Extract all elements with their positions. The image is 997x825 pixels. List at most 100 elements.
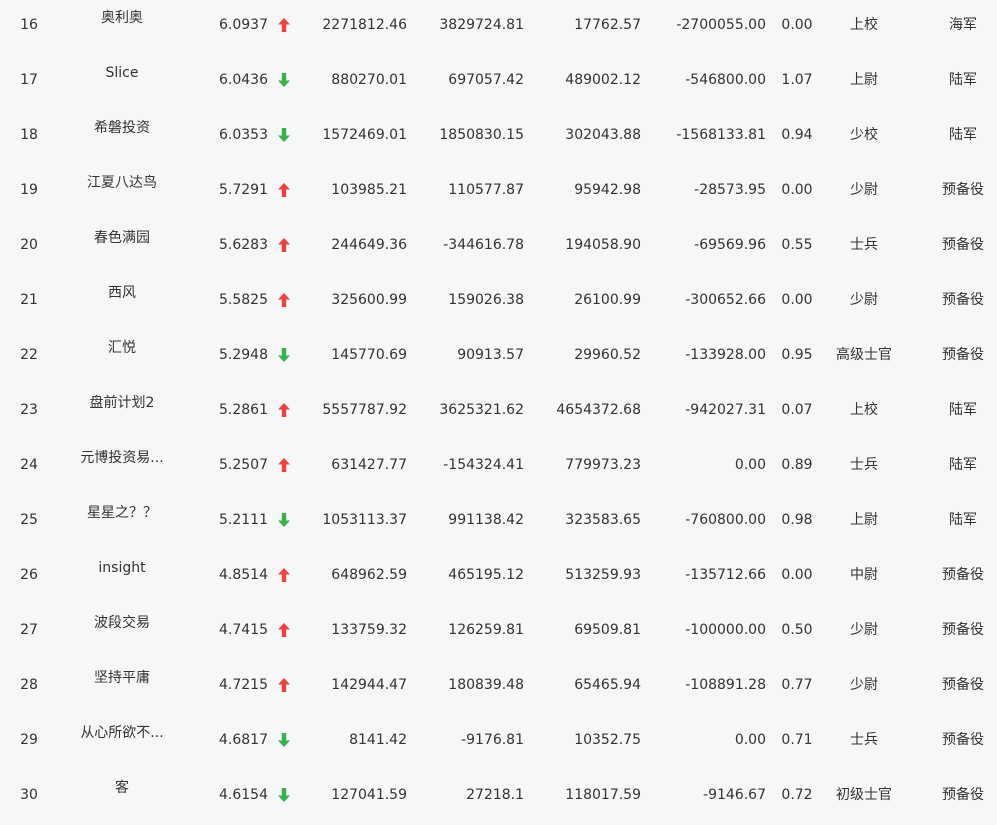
ratio-cell: 0.72 — [781, 787, 813, 803]
value-3-cell: 95942.98 — [574, 182, 641, 198]
ratio-cell: 0.50 — [781, 622, 813, 638]
value-2-cell: 465195.12 — [448, 567, 524, 583]
trader-name[interactable]: 星星之？？ — [62, 493, 182, 548]
military-rank-cell: 士兵 — [850, 237, 878, 253]
table-row[interactable]: 18 希磐投资 6.0353 1572469.01 1850830.15 302043.8… — [0, 108, 997, 163]
table-row[interactable]: 21 西风 5.5825 325600.99 159026.38 26100.99 -300… — [0, 273, 997, 328]
trader-name[interactable]: 江夏八达鸟 — [62, 163, 182, 218]
value-3-cell: 118017.59 — [565, 787, 641, 803]
value-1-cell: 8141.42 — [349, 732, 407, 748]
military-rank-cell: 少尉 — [850, 622, 878, 638]
score-cell: 4.6154 — [219, 787, 268, 803]
value-3-cell: 513259.93 — [565, 567, 641, 583]
military-rank-cell: 士兵 — [850, 457, 878, 473]
rank-cell: 28 — [20, 677, 38, 693]
value-2-cell: 110577.87 — [448, 182, 524, 198]
value-1-cell: 631427.77 — [331, 457, 407, 473]
value-3-cell: 29960.52 — [574, 347, 641, 363]
arrow-up-icon — [276, 163, 292, 218]
trader-name[interactable]: Slice — [62, 53, 182, 108]
rank-cell: 25 — [20, 512, 38, 528]
value-1-cell: 880270.01 — [331, 72, 407, 88]
arrow-up-icon — [276, 603, 292, 658]
military-rank-cell: 高级士官 — [836, 347, 892, 363]
ratio-cell: 0.95 — [781, 347, 813, 363]
value-1-cell: 325600.99 — [331, 292, 407, 308]
arrow-up-icon — [276, 383, 292, 438]
branch-cell: 预备役 — [942, 292, 984, 308]
table-row[interactable]: 24 元博投资易... 5.2507 631427.77 -154324.41 77997… — [0, 438, 997, 493]
value-3-cell: 323583.65 — [565, 512, 641, 528]
value-3-cell: 17762.57 — [574, 17, 641, 33]
rank-cell: 17 — [20, 72, 38, 88]
trader-name[interactable]: 波段交易 — [62, 603, 182, 658]
value-3-cell: 194058.90 — [565, 237, 641, 253]
value-3-cell: 489002.12 — [565, 72, 641, 88]
table-row[interactable]: 19 江夏八达鸟 5.7291 103985.21 110577.87 95942.98 -… — [0, 163, 997, 218]
value-2-cell: 180839.48 — [448, 677, 524, 693]
value-1-cell: 1053113.37 — [322, 512, 407, 528]
branch-cell: 预备役 — [942, 622, 984, 638]
value-2-cell: 3829724.81 — [439, 17, 524, 33]
trader-name[interactable]: insight — [62, 548, 182, 603]
table-row[interactable]: 22 汇悦 5.2948 145770.69 90913.57 29960.52 -1339… — [0, 328, 997, 383]
value-1-cell: 1572469.01 — [322, 127, 407, 143]
rank-cell: 18 — [20, 127, 38, 143]
score-cell: 5.2948 — [219, 347, 268, 363]
trader-name[interactable]: 盘前计划2 — [62, 383, 182, 438]
trader-name[interactable]: 西风 — [62, 273, 182, 328]
military-rank-cell: 初级士官 — [836, 787, 892, 803]
table-row[interactable]: 20 春色满园 5.6283 244649.36 -344616.78 194058.90… — [0, 218, 997, 273]
military-rank-cell: 上校 — [850, 17, 878, 33]
trader-name[interactable]: 希磐投资 — [62, 108, 182, 163]
value-2-cell: 991138.42 — [448, 512, 524, 528]
rank-cell: 19 — [20, 182, 38, 198]
ratio-cell: 0.98 — [781, 512, 813, 528]
trader-name[interactable]: 坚持平庸 — [62, 658, 182, 713]
arrow-down-icon — [276, 53, 292, 108]
rank-cell: 23 — [20, 402, 38, 418]
trader-name[interactable]: 奥利奥 — [62, 0, 182, 53]
table-row[interactable]: 26 insight 4.8514 648962.59 465195.12 513259.… — [0, 548, 997, 603]
table-row[interactable]: 23 盘前计划2 5.2861 5557787.92 3625321.62 4654372… — [0, 383, 997, 438]
trader-name[interactable]: 从心所欲不... — [62, 713, 182, 768]
table-row[interactable]: 28 坚持平庸 4.7215 142944.47 180839.48 65465.94 -1… — [0, 658, 997, 713]
score-cell: 5.2111 — [219, 512, 268, 528]
score-cell: 6.0436 — [219, 72, 268, 88]
ratio-cell: 0.89 — [781, 457, 813, 473]
ratio-cell: 0.00 — [781, 17, 813, 33]
value-4-cell: -135712.66 — [685, 567, 766, 583]
trader-name[interactable]: 汇悦 — [62, 328, 182, 383]
ratio-cell: 0.00 — [781, 292, 813, 308]
military-rank-cell: 中尉 — [850, 567, 878, 583]
table-row[interactable]: 17 Slice 6.0436 880270.01 697057.42 489002.12… — [0, 53, 997, 108]
value-2-cell: 159026.38 — [448, 292, 524, 308]
branch-cell: 陆军 — [949, 72, 977, 88]
value-2-cell: 1850830.15 — [439, 127, 524, 143]
arrow-up-icon — [276, 218, 292, 273]
trader-name[interactable]: 春色满园 — [62, 218, 182, 273]
value-4-cell: -942027.31 — [685, 402, 766, 418]
value-4-cell: -108891.28 — [685, 677, 766, 693]
value-4-cell: -300652.66 — [685, 292, 766, 308]
trader-name[interactable]: 元博投资易... — [62, 438, 182, 493]
ratio-cell: 0.71 — [781, 732, 813, 748]
arrow-up-icon — [276, 273, 292, 328]
value-3-cell: 302043.88 — [565, 127, 641, 143]
table-row[interactable]: 29 从心所欲不... 4.6817 8141.42 -9176.81 10352.75 0… — [0, 713, 997, 768]
table-row[interactable]: 27 波段交易 4.7415 133759.32 126259.81 69509.81 -1… — [0, 603, 997, 658]
value-3-cell: 26100.99 — [574, 292, 641, 308]
military-rank-cell: 少校 — [850, 127, 878, 143]
value-1-cell: 145770.69 — [331, 347, 407, 363]
table-row[interactable]: 30 客 4.6154 127041.59 27218.1 118017.59 -9146.… — [0, 768, 997, 823]
value-1-cell: 648962.59 — [331, 567, 407, 583]
value-2-cell: 126259.81 — [448, 622, 524, 638]
table-row[interactable]: 25 星星之？？ 5.2111 1053113.37 991138.42 323583.6… — [0, 493, 997, 548]
military-rank-cell: 上校 — [850, 402, 878, 418]
arrow-down-icon — [276, 713, 292, 768]
ranking-table: 16 奥利奥 6.0937 2271812.46 3829724.81 17762.57 -… — [0, 0, 997, 823]
table-row[interactable]: 16 奥利奥 6.0937 2271812.46 3829724.81 17762.57 -… — [0, 0, 997, 53]
military-rank-cell: 少尉 — [850, 292, 878, 308]
trader-name[interactable]: 客 — [62, 768, 182, 823]
value-2-cell: 27218.1 — [466, 787, 524, 803]
